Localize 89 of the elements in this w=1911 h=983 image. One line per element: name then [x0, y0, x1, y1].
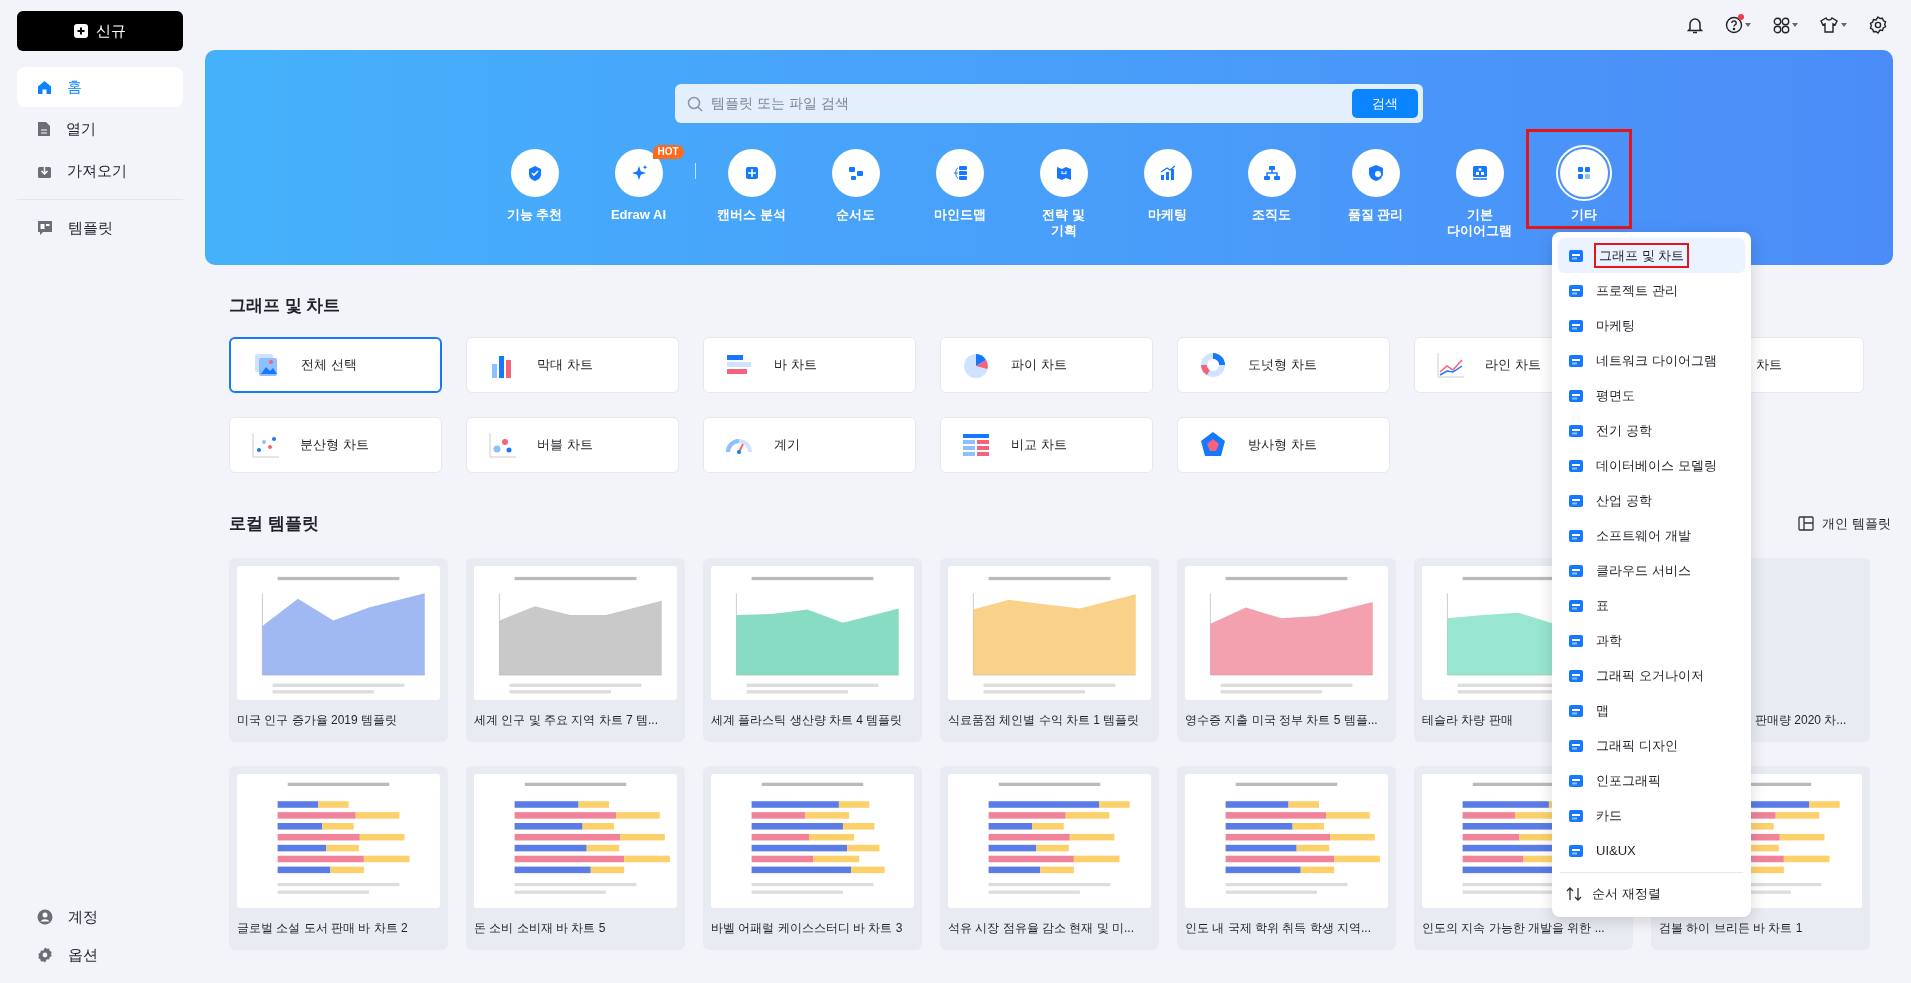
chart-type-card[interactable]: 버블 차트 [466, 416, 679, 473]
category-icon [1568, 667, 1584, 684]
search-field[interactable]: 템플릿 또는 파일 검색 검색 [675, 84, 1423, 123]
chart-type-card[interactable]: 전체 선택 [229, 336, 442, 393]
menu-item[interactable]: 산업 공학 [1558, 483, 1745, 518]
category-icon [1568, 772, 1584, 789]
account-icon [37, 909, 53, 925]
category-icon [1568, 737, 1584, 754]
chart-type-card[interactable]: 비교 차트 [940, 416, 1153, 473]
menu-item[interactable]: 소프트웨어 개발 [1558, 518, 1745, 553]
template-title: 세계 인구 및 주요 지역 차트 7 템... [474, 712, 659, 728]
shirt-icon[interactable] [1820, 17, 1838, 33]
template-card[interactable]: 식료품점 체인별 수익 차트 1 템플릿 [940, 558, 1159, 742]
caret-icon [1792, 23, 1798, 27]
search-button[interactable]: 검색 [1352, 89, 1418, 118]
sidebar-item[interactable]: 가져오기 [17, 151, 183, 191]
new-button[interactable]: 신규 [17, 11, 183, 51]
help-icon[interactable] [1725, 16, 1743, 34]
menu-item[interactable]: 전기 공학 [1558, 413, 1745, 448]
template-card[interactable]: 인도 내 국제 학위 취득 학생 지역... [1177, 766, 1396, 950]
apps-icon[interactable] [1773, 16, 1790, 34]
template-title: 돈 소비 소비재 바 차트 5 [474, 920, 607, 936]
category-icon [1568, 387, 1584, 404]
template-title: 검볼 하이 브리든 바 차트 1 [1659, 920, 1804, 936]
category-icon [1568, 247, 1584, 264]
category-icon [1568, 457, 1584, 474]
caret-icon [1745, 23, 1751, 27]
template-title: 석유 시장 점유율 감소 현재 및 미... [948, 920, 1135, 936]
chart-type-card[interactable]: 방사형 차트 [1177, 416, 1390, 473]
template-title: 인도의 지속 가능한 개발을 위한 ... [1422, 920, 1606, 936]
category-icon [1568, 527, 1584, 544]
home-icon [37, 79, 52, 95]
category-icon [1568, 317, 1584, 334]
template-title: 세계 플라스틱 생산량 차트 4 템플릿 [711, 712, 904, 728]
template-card[interactable]: 석유 시장 점유율 감소 현재 및 미... [940, 766, 1159, 950]
menu-item[interactable]: 프로젝트 관리 [1558, 273, 1745, 308]
template-card[interactable]: 세계 플라스틱 생산량 차트 4 템플릿 [703, 558, 922, 742]
layout-icon [1798, 515, 1815, 531]
menu-item[interactable]: 그래프 및 차트 [1558, 238, 1745, 273]
personal-templates-button[interactable]: 개인 템플릿 [1798, 513, 1891, 533]
sort-icon [1566, 887, 1582, 901]
template-title: 인도 내 국제 학위 취득 학생 지역... [1185, 920, 1372, 936]
template-card[interactable]: 세계 인구 및 주요 지역 차트 7 템... [466, 558, 685, 742]
chart-type-card[interactable]: 파이 차트 [940, 336, 1153, 393]
template-card[interactable]: 돈 소비 소비재 바 차트 5 [466, 766, 685, 950]
category-icon [1568, 632, 1584, 649]
template-title: 식료품점 체인별 수익 차트 1 템플릿 [948, 712, 1141, 728]
category-icon [1568, 282, 1584, 299]
sidebar-item[interactable]: 옵션 [17, 937, 183, 973]
chart-type-card[interactable]: 막대 차트 [466, 336, 679, 393]
sidebar-item[interactable]: 템플릿 [17, 208, 183, 248]
settings-icon [37, 947, 53, 963]
sidebar-item[interactable]: 계정 [17, 899, 183, 935]
chart-type-card[interactable]: 도넛형 차트 [1177, 336, 1390, 393]
template-card[interactable]: 미국 인구 증가율 2019 템플릿 [229, 558, 448, 742]
template-title: 미국 인구 증가율 2019 템플릿 [237, 712, 399, 728]
section-title: 로컬 템플릿 [229, 512, 319, 535]
category-icon [1568, 807, 1584, 824]
template-card[interactable]: 바벨 어패럴 케이스스터디 바 차트 3 [703, 766, 922, 950]
hot-badge: HOT [652, 145, 684, 159]
caret-icon [1841, 23, 1847, 27]
category-icon [1568, 842, 1584, 859]
section-title: 그래프 및 차트 [229, 295, 342, 317]
menu-item[interactable]: 데이터베이스 모델링 [1558, 448, 1745, 483]
sidebar-item[interactable]: 홈 [17, 67, 183, 107]
template-card[interactable]: 글로벌 소설 도서 판매 바 차트 2 [229, 766, 448, 950]
chart-type-card[interactable]: 바 차트 [703, 336, 916, 393]
chart-type-card[interactable]: 계기 [703, 416, 916, 473]
template-title: 판매량 2020 차... [1754, 712, 1848, 728]
category-icon [1568, 422, 1584, 439]
document-icon [37, 121, 51, 137]
category-icon [1568, 352, 1584, 369]
category-icon [1568, 562, 1584, 579]
template-title: 글로벌 소설 도서 판매 바 차트 2 [237, 920, 409, 936]
import-icon [37, 163, 52, 179]
bell-icon[interactable] [1687, 16, 1703, 34]
category-icon [1568, 702, 1584, 719]
template-card[interactable]: 영수증 지출 미국 정부 차트 5 템플... [1177, 558, 1396, 742]
chart-type-card[interactable]: 분산형 차트 [229, 416, 442, 473]
template-icon [37, 220, 53, 236]
search-icon [687, 95, 703, 112]
template-title: 테슬라 차량 판매 [1422, 712, 1514, 728]
category-icon [1568, 597, 1584, 614]
sidebar-item[interactable]: 열기 [17, 109, 183, 149]
category-icon [1568, 492, 1584, 509]
settings-icon[interactable] [1869, 16, 1887, 34]
template-title: 바벨 어패럴 케이스스터디 바 차트 3 [711, 920, 904, 936]
plus-icon [74, 24, 88, 38]
template-title: 영수증 지출 미국 정부 차트 5 템플... [1185, 712, 1379, 728]
